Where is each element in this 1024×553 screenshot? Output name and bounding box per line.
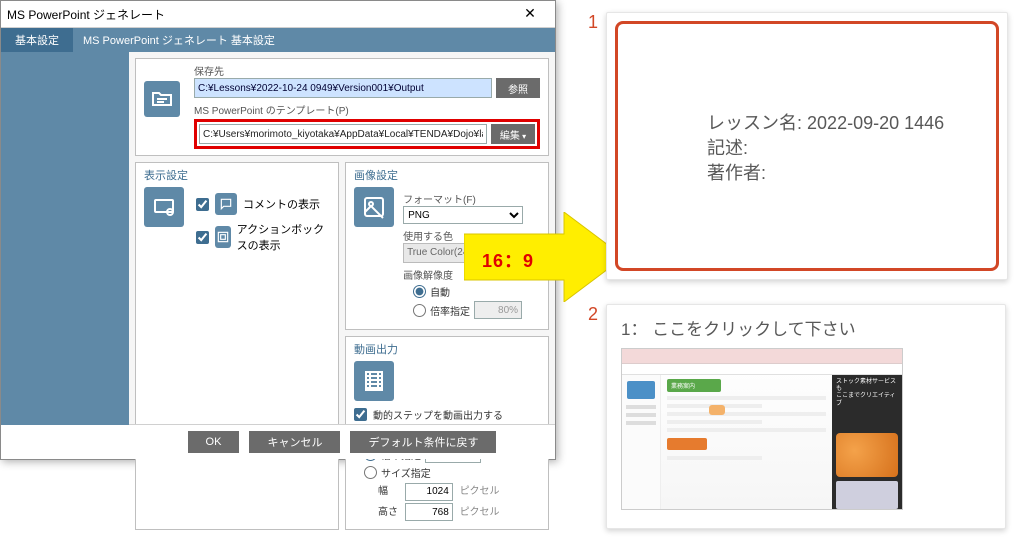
movie-size-label: サイズ指定 bbox=[381, 465, 431, 480]
titlebar: MS PowerPoint ジェネレート ✕ bbox=[1, 1, 555, 28]
comment-icon bbox=[215, 193, 237, 215]
description-label: 記述: bbox=[707, 136, 944, 161]
movie-width-label: 幅 bbox=[378, 482, 402, 497]
preview-left-column bbox=[622, 375, 661, 510]
preview-orange-button-icon bbox=[667, 438, 707, 450]
movie-width-unit: ピクセル bbox=[460, 486, 500, 497]
save-group: 保存先 参照 MS PowerPoint のテンプレート(P) 編集 bbox=[135, 58, 549, 156]
display-title: 表示設定 bbox=[144, 167, 330, 183]
slide-2[interactable]: 1： ここをクリックして下さい 業務案内 bbox=[606, 304, 1006, 529]
lesson-name-label: レッスン名: bbox=[707, 113, 802, 133]
preview-right-column: ストック素材サービスも ここまでクリエイティブ bbox=[832, 375, 902, 510]
browser-urlbar-icon bbox=[622, 364, 902, 375]
screenshot-preview: 業務案内 ストック素材サービスも ここまでクリエイティブ bbox=[621, 348, 903, 510]
slide-thumbnails: 1 レッスン名: 2022-09-20 1446 記述: 著作者: 2 1： こ… bbox=[580, 12, 1015, 553]
slide-number-2: 2 bbox=[580, 304, 598, 529]
preview-center-column: 業務案内 bbox=[661, 375, 832, 510]
breadcrumb: MS PowerPoint ジェネレート 基本設定 bbox=[73, 28, 285, 52]
browser-tabs-icon bbox=[622, 349, 902, 364]
movie-dynamic-checkbox[interactable] bbox=[354, 408, 367, 421]
slide-1-content: レッスン名: 2022-09-20 1446 記述: 著作者: bbox=[707, 111, 944, 187]
slide-1[interactable]: レッスン名: 2022-09-20 1446 記述: 著作者: bbox=[606, 12, 1008, 280]
template-highlight: 編集 bbox=[194, 119, 540, 149]
aspect-ratio-label: 16：9 bbox=[482, 247, 534, 273]
banner-line-2: ここまでクリエイティブ bbox=[836, 393, 898, 407]
banner-line-1: ストック素材サービスも bbox=[836, 379, 898, 393]
image-icon bbox=[354, 187, 394, 227]
film-icon bbox=[354, 361, 394, 401]
preview-greenbar: 業務案内 bbox=[667, 379, 721, 392]
breadcrumb-bar: 基本設定 MS PowerPoint ジェネレート 基本設定 bbox=[1, 28, 555, 52]
close-icon[interactable]: ✕ bbox=[511, 4, 549, 24]
movie-height-input[interactable] bbox=[405, 503, 453, 521]
button-bar: OK キャンセル デフォルト条件に戻す bbox=[129, 424, 555, 459]
image-ratio-input bbox=[474, 301, 522, 319]
cancel-button[interactable]: キャンセル bbox=[249, 431, 340, 453]
image-res-auto-radio[interactable] bbox=[413, 285, 426, 298]
image-res-auto-label: 自動 bbox=[430, 284, 450, 299]
template-path-input[interactable] bbox=[199, 124, 487, 144]
browse-button[interactable]: 参照 bbox=[496, 78, 540, 98]
show-actionbox-checkbox[interactable] bbox=[196, 231, 209, 244]
movie-title: 動画出力 bbox=[354, 341, 540, 357]
slide-2-title: 1： ここをクリックして下さい bbox=[621, 315, 991, 340]
callout-icon bbox=[709, 405, 725, 415]
save-folder-icon bbox=[144, 81, 180, 117]
save-path-input[interactable] bbox=[194, 78, 492, 98]
ok-button[interactable]: OK bbox=[188, 431, 240, 453]
author-label: 著作者: bbox=[707, 161, 944, 186]
movie-size-radio[interactable] bbox=[364, 466, 377, 479]
format-label: フォーマット(F) bbox=[403, 191, 531, 206]
edit-template-button[interactable]: 編集 bbox=[491, 124, 535, 144]
image-res-ratio-label: 倍率指定 bbox=[430, 303, 470, 318]
movie-height-unit: ピクセル bbox=[460, 507, 500, 518]
lesson-name-value: 2022-09-20 1446 bbox=[807, 113, 944, 133]
restore-defaults-button[interactable]: デフォルト条件に戻す bbox=[350, 431, 496, 453]
tab-basic-settings[interactable]: 基本設定 bbox=[1, 28, 73, 52]
people-photo-icon bbox=[836, 481, 898, 509]
stock-photo-icon bbox=[836, 433, 898, 477]
image-title: 画像設定 bbox=[354, 167, 540, 183]
show-comment-checkbox[interactable] bbox=[196, 198, 209, 211]
movie-width-input[interactable] bbox=[405, 483, 453, 501]
actionbox-icon bbox=[215, 226, 231, 248]
sidebar bbox=[1, 52, 129, 425]
movie-height-label: 高さ bbox=[378, 503, 402, 518]
movie-dynamic-label: 動的ステップを動画出力する bbox=[373, 407, 503, 422]
display-settings-icon bbox=[144, 187, 184, 227]
slide-number-1: 1 bbox=[580, 12, 598, 280]
template-label: MS PowerPoint のテンプレート(P) bbox=[194, 102, 540, 117]
save-path-label: 保存先 bbox=[194, 63, 540, 78]
show-actionbox-label: アクションボックスの表示 bbox=[237, 221, 330, 253]
image-res-ratio-radio[interactable] bbox=[413, 304, 426, 317]
display-group: 表示設定 コメントの表示 bbox=[135, 162, 339, 530]
window-title: MS PowerPoint ジェネレート bbox=[7, 6, 511, 23]
show-comment-label: コメントの表示 bbox=[243, 196, 320, 212]
